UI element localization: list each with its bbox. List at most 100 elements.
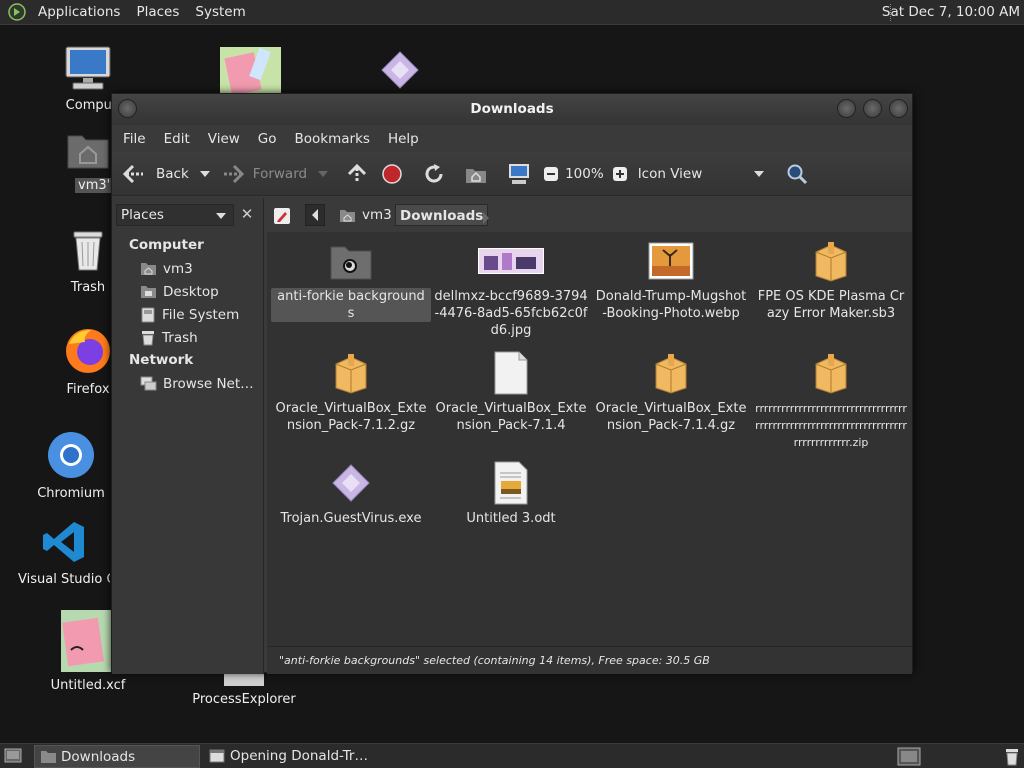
file-item[interactable]: Oracle_VirtualBox_Extension_Pack-7.1.4.g… [591, 348, 751, 434]
menu-bookmarks[interactable]: Bookmarks [286, 131, 379, 147]
back-button[interactable]: Back [122, 163, 189, 185]
distro-logo-icon[interactable] [8, 3, 26, 21]
zoom-out-icon[interactable] [543, 166, 559, 182]
zoom-level[interactable]: 100% [565, 166, 604, 182]
sidebar-mode-label: Places [121, 207, 164, 223]
maximize-button[interactable] [863, 99, 882, 118]
task-opening-file[interactable]: Opening Donald-Tr… [204, 745, 384, 768]
file-item[interactable]: rrrrrrrrrrrrrrrrrrrrrrrrrrrrrrrrrrrrrrrr… [751, 348, 911, 451]
path-crumb-downloads[interactable]: Downloads [395, 204, 489, 226]
window-titlebar[interactable]: Downloads [112, 94, 912, 125]
minimize-button[interactable] [837, 99, 856, 118]
search-icon[interactable] [786, 163, 808, 185]
desktop-label: Firefox [66, 382, 110, 397]
odt-document-icon [494, 461, 528, 505]
file-name: Oracle_VirtualBox_Extension_Pack-7.1.4.g… [595, 401, 747, 433]
file-item[interactable]: FPE OS KDE Plasma Crazy Error Maker.sb3 [751, 236, 911, 322]
places-menu[interactable]: Places [128, 4, 187, 20]
path-crumb-vm3[interactable]: vm3 [333, 204, 398, 226]
edit-location-icon[interactable] [273, 205, 291, 227]
file-name: Trojan.GuestVirus.exe [280, 511, 422, 526]
file-name: rrrrrrrrrrrrrrrrrrrrrrrrrrrrrrrrrrrrrrrr… [755, 402, 907, 449]
path-crumb-label: vm3 [362, 207, 392, 223]
image-thumbnail-icon [61, 610, 115, 672]
applications-menu[interactable]: Applications [30, 4, 128, 20]
image-icon [648, 242, 694, 280]
package-icon [815, 354, 847, 394]
file-grid: anti-forkie backgrounds dellmxz-bccf9689… [267, 232, 912, 646]
computer-icon [65, 46, 111, 90]
home-icon[interactable] [465, 164, 487, 184]
file-item[interactable]: Untitled 3.odt [431, 458, 591, 527]
show-desktop-icon[interactable] [4, 748, 22, 764]
menu-edit[interactable]: Edit [155, 131, 199, 147]
trash-applet-icon[interactable] [1004, 748, 1020, 766]
task-downloads[interactable]: Downloads [34, 745, 200, 768]
path-scroll-left-button[interactable] [305, 204, 325, 226]
file-item[interactable]: Trojan.GuestVirus.exe [271, 458, 431, 527]
file-item[interactable]: Oracle_VirtualBox_Extension_Pack-7.1.2.g… [271, 348, 431, 434]
toolbar: Back Forward 100% Icon View [112, 152, 912, 196]
sidebar-list: Computer vm3 Desktop File System Trash N… [112, 234, 264, 395]
window-title: Downloads [470, 101, 554, 117]
sidebar-item-trash[interactable]: Trash [112, 326, 264, 349]
file-name: dellmxz-bccf9689-3794-4476-8ad5-65fcb62c… [434, 289, 588, 338]
file-item[interactable]: anti-forkie backgrounds [271, 236, 431, 322]
menu-view[interactable]: View [199, 131, 249, 147]
file-item[interactable]: dellmxz-bccf9689-3794-4476-8ad5-65fcb62c… [431, 236, 591, 339]
stop-icon[interactable] [381, 163, 403, 185]
sidebar-item-browse-network[interactable]: Browse Net… [112, 372, 264, 395]
dialog-icon [209, 749, 225, 763]
chevron-right-icon[interactable] [481, 207, 491, 229]
file-item[interactable]: Donald-Trump-Mugshot-Booking-Photo.webp [591, 236, 751, 322]
close-sidebar-button[interactable]: ✕ [236, 204, 258, 226]
desktop-folder-icon [141, 286, 156, 298]
file-manager-window: Downloads File Edit View Go Bookmarks He… [111, 93, 913, 674]
desktop-label: Visual Studio Code [18, 572, 110, 587]
desktop-icon-processexplorer[interactable]: ProcessExplorer [189, 672, 299, 707]
desktop-icon-chromium[interactable]: Chromium [16, 430, 126, 501]
up-arrow-icon[interactable] [345, 162, 369, 186]
view-mode-label: Icon View [637, 165, 703, 182]
chevron-down-icon[interactable] [752, 169, 766, 179]
view-mode-select[interactable]: Icon View [638, 166, 746, 182]
firefox-icon [66, 329, 110, 373]
sidebar-item-label: Trash [162, 329, 198, 346]
close-button[interactable] [889, 99, 908, 118]
reload-icon[interactable] [423, 163, 445, 185]
file-item[interactable]: Oracle_VirtualBox_Extension_Pack-7.1.4 [431, 348, 591, 434]
desktop-icon-vscode[interactable]: Visual Studio Code [18, 518, 110, 587]
chevron-left-icon [312, 209, 318, 221]
sidebar-item-filesystem[interactable]: File System [112, 303, 264, 326]
window-menu-button[interactable] [118, 99, 137, 118]
sidebar: Places ✕ Computer vm3 Desktop File Syste… [112, 198, 264, 674]
menu-go[interactable]: Go [249, 131, 286, 147]
vscode-icon [43, 522, 84, 562]
file-name: Oracle_VirtualBox_Extension_Pack-7.1.4 [435, 401, 587, 433]
computer-icon[interactable] [507, 163, 531, 185]
desktop-label: Chromium [37, 486, 105, 501]
system-menu[interactable]: System [187, 4, 253, 20]
workspace-switcher-icon[interactable] [897, 747, 921, 766]
image-thumbnail-icon[interactable] [220, 47, 281, 93]
zoom-in-icon[interactable] [612, 166, 628, 182]
folder-icon [41, 751, 56, 763]
clock[interactable]: Sat Dec 7, 10:00 AM [882, 4, 1020, 20]
back-history-dropdown-icon[interactable] [195, 169, 215, 179]
forward-button[interactable]: Forward [221, 163, 307, 185]
executable-icon[interactable] [380, 50, 420, 90]
menu-file[interactable]: File [114, 131, 155, 147]
path-bar: vm3 Downloads [267, 198, 912, 232]
package-icon [335, 354, 367, 394]
executable-icon [332, 464, 370, 502]
forward-history-dropdown-icon[interactable] [313, 169, 333, 179]
sidebar-mode-select[interactable]: Places [116, 204, 234, 226]
sidebar-item-vm3[interactable]: vm3 [112, 257, 264, 280]
status-bar: "anti-forkie backgrounds" selected (cont… [267, 646, 912, 674]
menu-help[interactable]: Help [379, 131, 428, 147]
status-text: "anti-forkie backgrounds" selected (cont… [279, 654, 710, 667]
sidebar-item-label: vm3 [163, 260, 193, 277]
top-panel: Applications Places System Sat Dec 7, 10… [0, 0, 1024, 25]
chromium-icon [48, 432, 94, 478]
sidebar-item-desktop[interactable]: Desktop [112, 280, 264, 303]
